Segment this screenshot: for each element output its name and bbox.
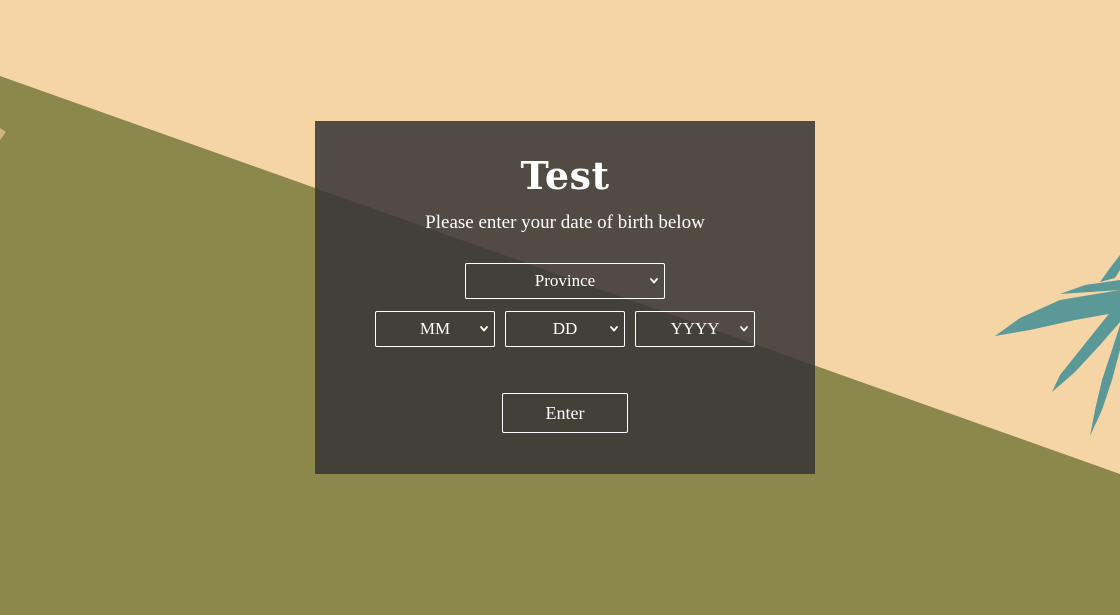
modal-subtitle: Please enter your date of birth below <box>425 212 705 233</box>
enter-button[interactable]: Enter <box>502 393 628 433</box>
year-select-value: YYYY <box>670 319 720 338</box>
chevron-down-icon <box>650 278 658 284</box>
modal-title: Test <box>520 153 610 198</box>
day-select-value: DD <box>552 319 578 338</box>
province-select-value: Province <box>534 271 596 290</box>
chevron-down-icon <box>740 326 748 332</box>
year-select[interactable]: YYYY <box>635 311 755 347</box>
province-select[interactable]: Province <box>465 263 665 299</box>
day-select[interactable]: DD <box>505 311 625 347</box>
age-gate-modal: Test Please enter your date of birth bel… <box>315 121 815 474</box>
chevron-down-icon <box>610 326 618 332</box>
month-select-value: MM <box>419 319 451 338</box>
month-select[interactable]: MM <box>375 311 495 347</box>
chevron-down-icon <box>480 326 488 332</box>
